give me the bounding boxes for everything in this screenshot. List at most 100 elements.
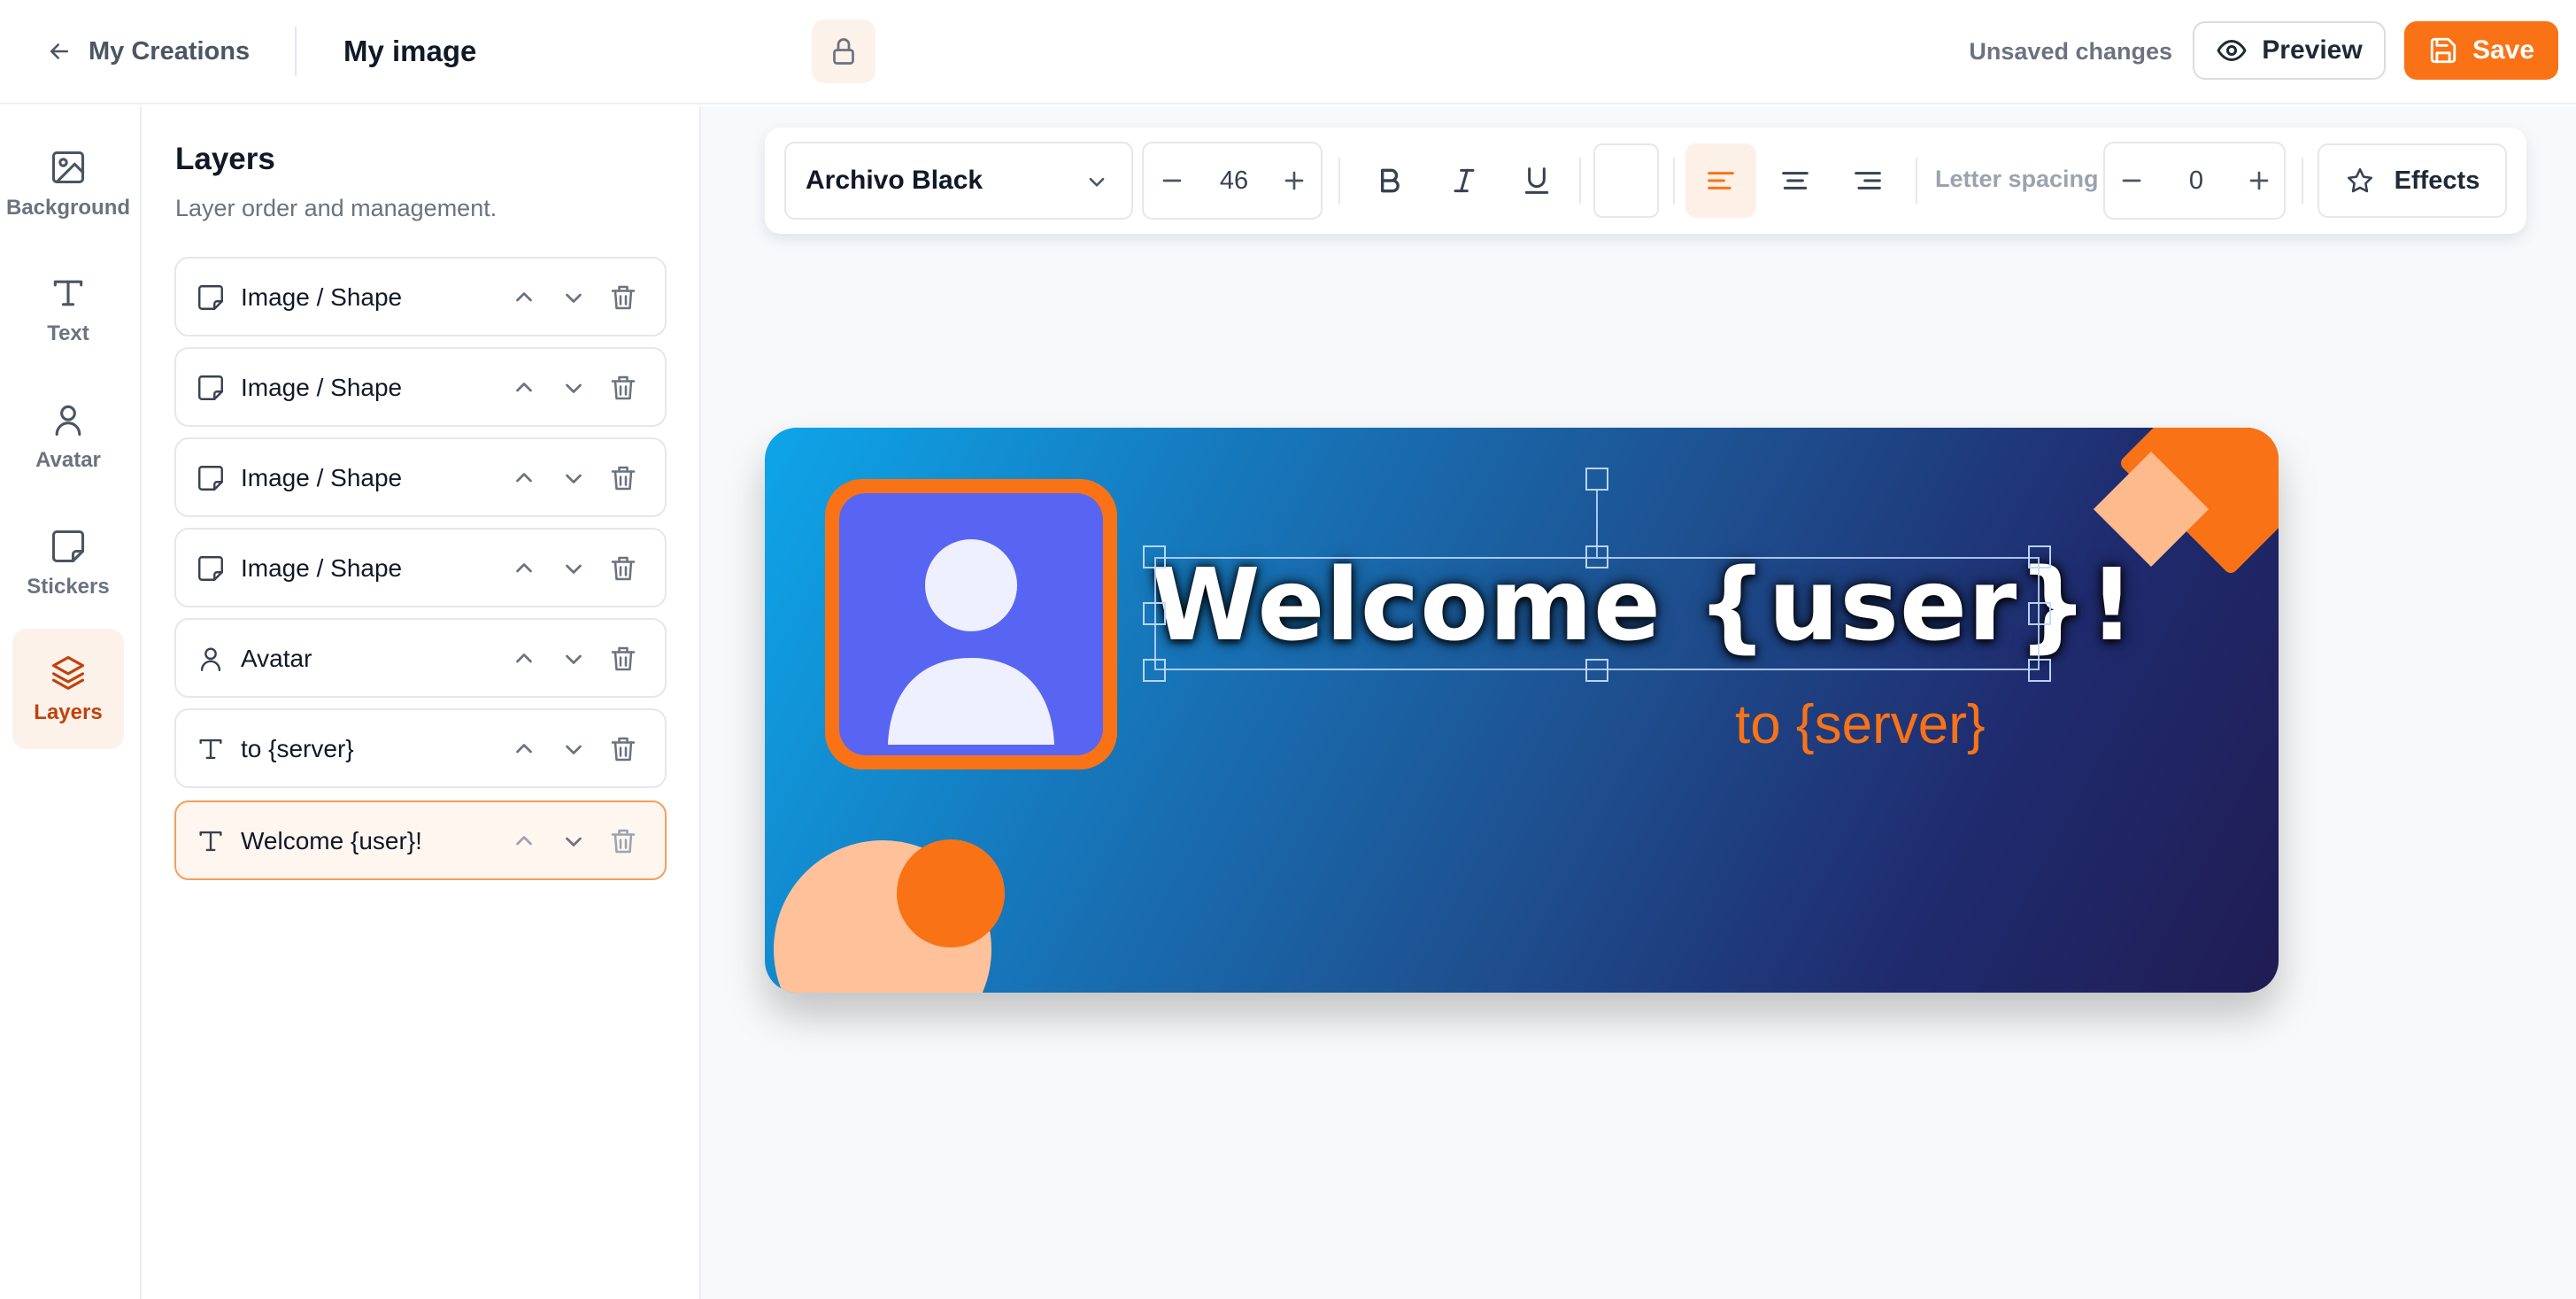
- text-icon: [53, 280, 83, 306]
- layer-row[interactable]: Image / Shape: [174, 528, 667, 607]
- resize-handle-top-left[interactable]: [1143, 545, 1166, 568]
- preview-button[interactable]: Preview: [2193, 21, 2386, 80]
- trash-icon[interactable]: [607, 733, 639, 765]
- text-icon: [196, 826, 226, 856]
- top-bar: My Creations My image Unsaved changes Pr…: [0, 0, 2576, 104]
- chevron-up-icon[interactable]: [508, 282, 540, 313]
- font-family-value: Archivo Black: [806, 166, 983, 195]
- minus-icon[interactable]: [2116, 165, 2148, 197]
- trash-icon[interactable]: [607, 372, 639, 404]
- user-silhouette-icon: [888, 539, 1054, 745]
- bold-button[interactable]: [1354, 143, 1425, 218]
- italic-button[interactable]: [1429, 143, 1500, 218]
- rail-item-label: Avatar: [35, 448, 101, 472]
- resize-handle-bottom-right[interactable]: [2028, 659, 2051, 682]
- bold-icon: [1381, 168, 1400, 193]
- align-center-button[interactable]: [1760, 143, 1831, 218]
- plus-icon[interactable]: [1278, 165, 1310, 197]
- avatar-placeholder[interactable]: [825, 479, 1117, 769]
- layer-row[interactable]: to {server}: [174, 708, 667, 788]
- layer-row[interactable]: Image / Shape: [174, 347, 667, 427]
- align-right-button[interactable]: [1832, 143, 1903, 218]
- align-center-icon: [1782, 172, 1809, 189]
- chevron-up-icon[interactable]: [508, 733, 540, 765]
- layer-row[interactable]: Avatar: [174, 618, 667, 698]
- layer-label: Image / Shape: [241, 374, 403, 401]
- rotate-handle[interactable]: [1585, 468, 1608, 491]
- resize-handle-bottom[interactable]: [1585, 659, 1608, 682]
- canvas-workspace: Archivo Black 46 Letter spacing 0 Effect…: [701, 106, 2576, 1299]
- trash-icon[interactable]: [607, 825, 639, 857]
- arrow-left-icon: [50, 43, 68, 59]
- chevron-up-icon[interactable]: [508, 825, 540, 857]
- rail-item-stickers[interactable]: Stickers: [12, 503, 124, 623]
- back-to-creations-link[interactable]: My Creations: [46, 32, 250, 71]
- rail-item-background[interactable]: Background: [6, 124, 130, 244]
- trash-icon[interactable]: [607, 462, 639, 494]
- layer-row[interactable]: Image / Shape: [174, 437, 667, 517]
- underline-button[interactable]: [1501, 143, 1572, 218]
- chevron-down-icon[interactable]: [558, 282, 590, 313]
- rail-item-layers[interactable]: Layers: [12, 629, 124, 749]
- trash-icon[interactable]: [607, 643, 639, 675]
- toolbar-divider: [1338, 158, 1340, 204]
- sticker-icon: [196, 463, 226, 493]
- tool-rail: Background Text Avatar Stickers Layers: [0, 106, 142, 1299]
- toolbar-divider: [1673, 158, 1675, 204]
- sticker-icon: [51, 530, 85, 563]
- chevron-up-icon[interactable]: [508, 462, 540, 494]
- user-icon: [55, 405, 81, 437]
- text-color-swatch[interactable]: [1593, 143, 1659, 218]
- chevron-down-icon[interactable]: [558, 825, 590, 857]
- layer-label: Welcome {user}!: [241, 827, 422, 854]
- resize-handle-right[interactable]: [2028, 602, 2051, 625]
- lock-button[interactable]: [812, 19, 875, 83]
- effects-button-label: Effects: [2394, 166, 2480, 195]
- effects-button[interactable]: Effects: [2318, 143, 2507, 218]
- chevron-down-icon[interactable]: [558, 462, 590, 494]
- layer-row[interactable]: Image / Shape: [174, 257, 667, 336]
- layer-label: Image / Shape: [241, 554, 403, 582]
- trash-icon[interactable]: [607, 553, 639, 584]
- rail-item-label: Layers: [34, 700, 103, 724]
- resize-handle-left[interactable]: [1143, 602, 1166, 625]
- letter-spacing-value[interactable]: 0: [2160, 163, 2233, 198]
- rail-item-text[interactable]: Text: [12, 250, 124, 370]
- sticker-icon: [196, 282, 226, 313]
- eye-icon: [2217, 40, 2247, 61]
- align-right-icon: [1855, 172, 1881, 189]
- chevron-down-icon[interactable]: [558, 733, 590, 765]
- chevron-up-icon[interactable]: [508, 372, 540, 404]
- sticker-icon: [196, 553, 226, 584]
- chevron-down-icon[interactable]: [558, 643, 590, 675]
- chevron-up-icon[interactable]: [508, 553, 540, 584]
- chevron-down-icon[interactable]: [558, 553, 590, 584]
- underline-icon: [1524, 167, 1549, 194]
- layer-row-selected[interactable]: Welcome {user}!: [174, 800, 667, 880]
- banner-canvas[interactable]: Welcome {user}! to {server}: [765, 428, 2279, 993]
- document-title[interactable]: My image: [343, 32, 476, 71]
- layers-panel: Layers Layer order and management. Image…: [142, 106, 701, 1299]
- rail-item-avatar[interactable]: Avatar: [12, 376, 124, 497]
- resize-handle-bottom-left[interactable]: [1143, 659, 1166, 682]
- chevron-down-icon[interactable]: [558, 372, 590, 404]
- italic-icon: [1454, 168, 1475, 193]
- lock-icon: [833, 38, 854, 65]
- letter-spacing-label: Letter spacing: [1935, 166, 2099, 192]
- align-left-button[interactable]: [1685, 143, 1756, 218]
- save-button-label: Save: [2472, 35, 2535, 65]
- font-size-value[interactable]: 46: [1199, 163, 1269, 198]
- subline-text-layer[interactable]: to {server}: [1735, 693, 1986, 757]
- plus-icon[interactable]: [2243, 165, 2275, 197]
- layer-label: Image / Shape: [241, 283, 403, 311]
- minus-icon[interactable]: [1156, 165, 1188, 197]
- resize-handle-top[interactable]: [1585, 545, 1608, 568]
- chevron-up-icon[interactable]: [508, 643, 540, 675]
- font-family-select[interactable]: Archivo Black: [784, 142, 1133, 220]
- trash-icon[interactable]: [607, 282, 639, 313]
- sticker-icon: [196, 373, 226, 403]
- save-button[interactable]: Save: [2404, 21, 2558, 80]
- orange-circle-shape[interactable]: [897, 839, 1005, 947]
- text-icon: [196, 734, 226, 764]
- resize-handle-top-right[interactable]: [2028, 545, 2051, 568]
